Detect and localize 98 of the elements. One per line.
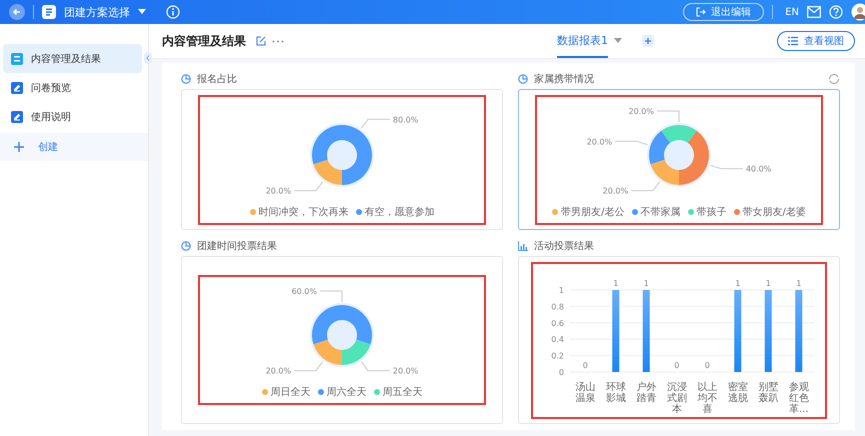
exit-icon: [696, 7, 706, 17]
legend-dot: [552, 208, 558, 214]
axis-label: 0.2: [551, 351, 564, 360]
exit-edit-button[interactable]: 退出编辑: [683, 3, 764, 21]
axis-label: 0.8: [551, 302, 564, 311]
data-label: 1: [735, 278, 740, 288]
legend-label[interactable]: 周六全天: [326, 385, 366, 399]
pie-chart-icon: [181, 74, 191, 84]
data-label: 20.0%: [392, 366, 418, 376]
chart-title: 团建时间投票结果: [197, 240, 277, 253]
legend-label[interactable]: 不带家属: [640, 204, 680, 218]
leader-line: [294, 180, 324, 191]
data-label: 20.0%: [602, 186, 628, 196]
data-label: 0: [582, 360, 588, 370]
legend-dot: [688, 208, 694, 214]
legend-dot: [356, 208, 362, 214]
data-label: 1: [644, 278, 649, 288]
axis-label: 0.4: [551, 334, 564, 344]
legend-label[interactable]: 周日全天: [270, 385, 310, 399]
legend-label[interactable]: 带女朋友/老婆: [742, 204, 806, 218]
view-button[interactable]: 查看视图: [777, 31, 855, 51]
category-label: 环球影城: [604, 382, 627, 406]
form-icon: [42, 5, 56, 19]
data-label: 1: [613, 278, 618, 288]
data-label: 20.0%: [266, 366, 292, 376]
legend-dot: [632, 208, 638, 214]
category-label: 以上均不喜: [696, 382, 718, 414]
axis-label: 0: [558, 368, 564, 376]
list-icon: [11, 52, 23, 64]
legend-label[interactable]: 周五全天: [382, 385, 422, 399]
chart-title: 报名占比: [197, 72, 237, 86]
info-icon[interactable]: [166, 5, 180, 19]
legend-label[interactable]: 有空，愿意参加: [364, 204, 434, 218]
category-label: 别墅轰趴: [757, 382, 780, 406]
data-label: 60.0%: [292, 287, 317, 296]
category-label: 汤山温泉: [574, 382, 596, 406]
data-label: 20.0%: [586, 136, 612, 146]
leader-line: [614, 140, 648, 145]
edit-icon: [11, 82, 23, 94]
app-title: 团建方案选择: [64, 4, 130, 20]
leader-line: [294, 361, 324, 372]
language-label[interactable]: EN: [785, 6, 799, 18]
caret-icon[interactable]: [614, 38, 622, 44]
chart-title: 活动投票结果: [534, 240, 594, 253]
pie-chart-icon: [518, 74, 528, 84]
collapse-handle-icon[interactable]: [144, 52, 152, 64]
data-label: 20.0%: [628, 106, 654, 116]
chart-card[interactable]: 20.0% 60.0% 20.0% 周日全天 周六全天 周五全天: [181, 256, 503, 424]
axis-label: 0.6: [551, 318, 564, 328]
legend-dot: [262, 389, 268, 395]
back-icon[interactable]: [9, 4, 25, 20]
legend-dot: [734, 208, 740, 214]
leader-line: [360, 361, 390, 372]
legend-label[interactable]: 带男朋友/老公: [561, 204, 624, 218]
create-button[interactable]: 创建: [0, 133, 148, 161]
edit-icon: [11, 110, 23, 122]
axis-label: 1: [558, 286, 564, 294]
caret-icon[interactable]: [138, 9, 146, 15]
leader-line: [320, 290, 342, 302]
add-tab-icon[interactable]: [642, 35, 654, 47]
chart-card[interactable]: 20.0% 80.0% 时间冲突，下次再来 有空，愿意参加: [181, 89, 503, 230]
data-label: 80.0%: [392, 114, 418, 124]
refresh-icon[interactable]: [828, 73, 840, 85]
category-label: 密室逃脱: [726, 382, 749, 406]
category-label: 沉浸式剧本: [666, 382, 688, 414]
leader-line: [360, 118, 390, 128]
sidebar-item[interactable]: 问卷预览: [3, 73, 142, 102]
chart-card[interactable]: 20.0% 20.0% 20.0% 40.0% 带男朋友/老公 不带家属 带孩子 带女朋友/老婆: [518, 89, 840, 230]
data-label: 20.0%: [266, 186, 292, 196]
leader-line: [656, 110, 680, 122]
more-icon[interactable]: [272, 40, 284, 42]
edit-icon[interactable]: [256, 36, 266, 46]
plus-icon: [14, 142, 24, 152]
category-label: 户外踏青: [635, 382, 658, 406]
legend-label[interactable]: 时间冲突，下次再来: [258, 204, 348, 218]
legend-dot: [250, 208, 256, 214]
legend-dot: [374, 389, 380, 395]
leader-line: [630, 180, 660, 191]
category-label: 参观红色革...: [788, 382, 810, 414]
legend-label[interactable]: 带孩子: [696, 204, 726, 218]
leader-line: [710, 164, 744, 169]
legend-dot: [318, 389, 324, 395]
page-title: 内容管理及结果: [162, 32, 246, 50]
avatar-icon[interactable]: [851, 3, 865, 21]
sidebar-item[interactable]: 内容管理及结果: [3, 44, 142, 73]
bar-chart-icon: [518, 241, 528, 251]
mail-icon[interactable]: [807, 5, 821, 19]
help-icon[interactable]: [829, 5, 843, 19]
data-label: 1: [766, 278, 771, 288]
data-label: 1: [796, 278, 802, 288]
pie-chart-icon: [181, 241, 191, 251]
list-icon: [788, 36, 798, 46]
data-label: 40.0%: [746, 164, 772, 174]
chart-card[interactable]: 0 0.2 0.4 0.6 0.8 1 0 1 1 0 0 1 1 1 汤山温泉 环球影城 户外踏青 沉浸式剧本 以上均不喜 密室逃脱 别墅轰趴 参观红色革...: [518, 256, 840, 424]
data-label: 0: [704, 360, 710, 370]
data-label: 0: [674, 360, 680, 370]
sidebar-item[interactable]: 使用说明: [3, 102, 142, 131]
chart-title: 家属携带情况: [534, 72, 594, 86]
